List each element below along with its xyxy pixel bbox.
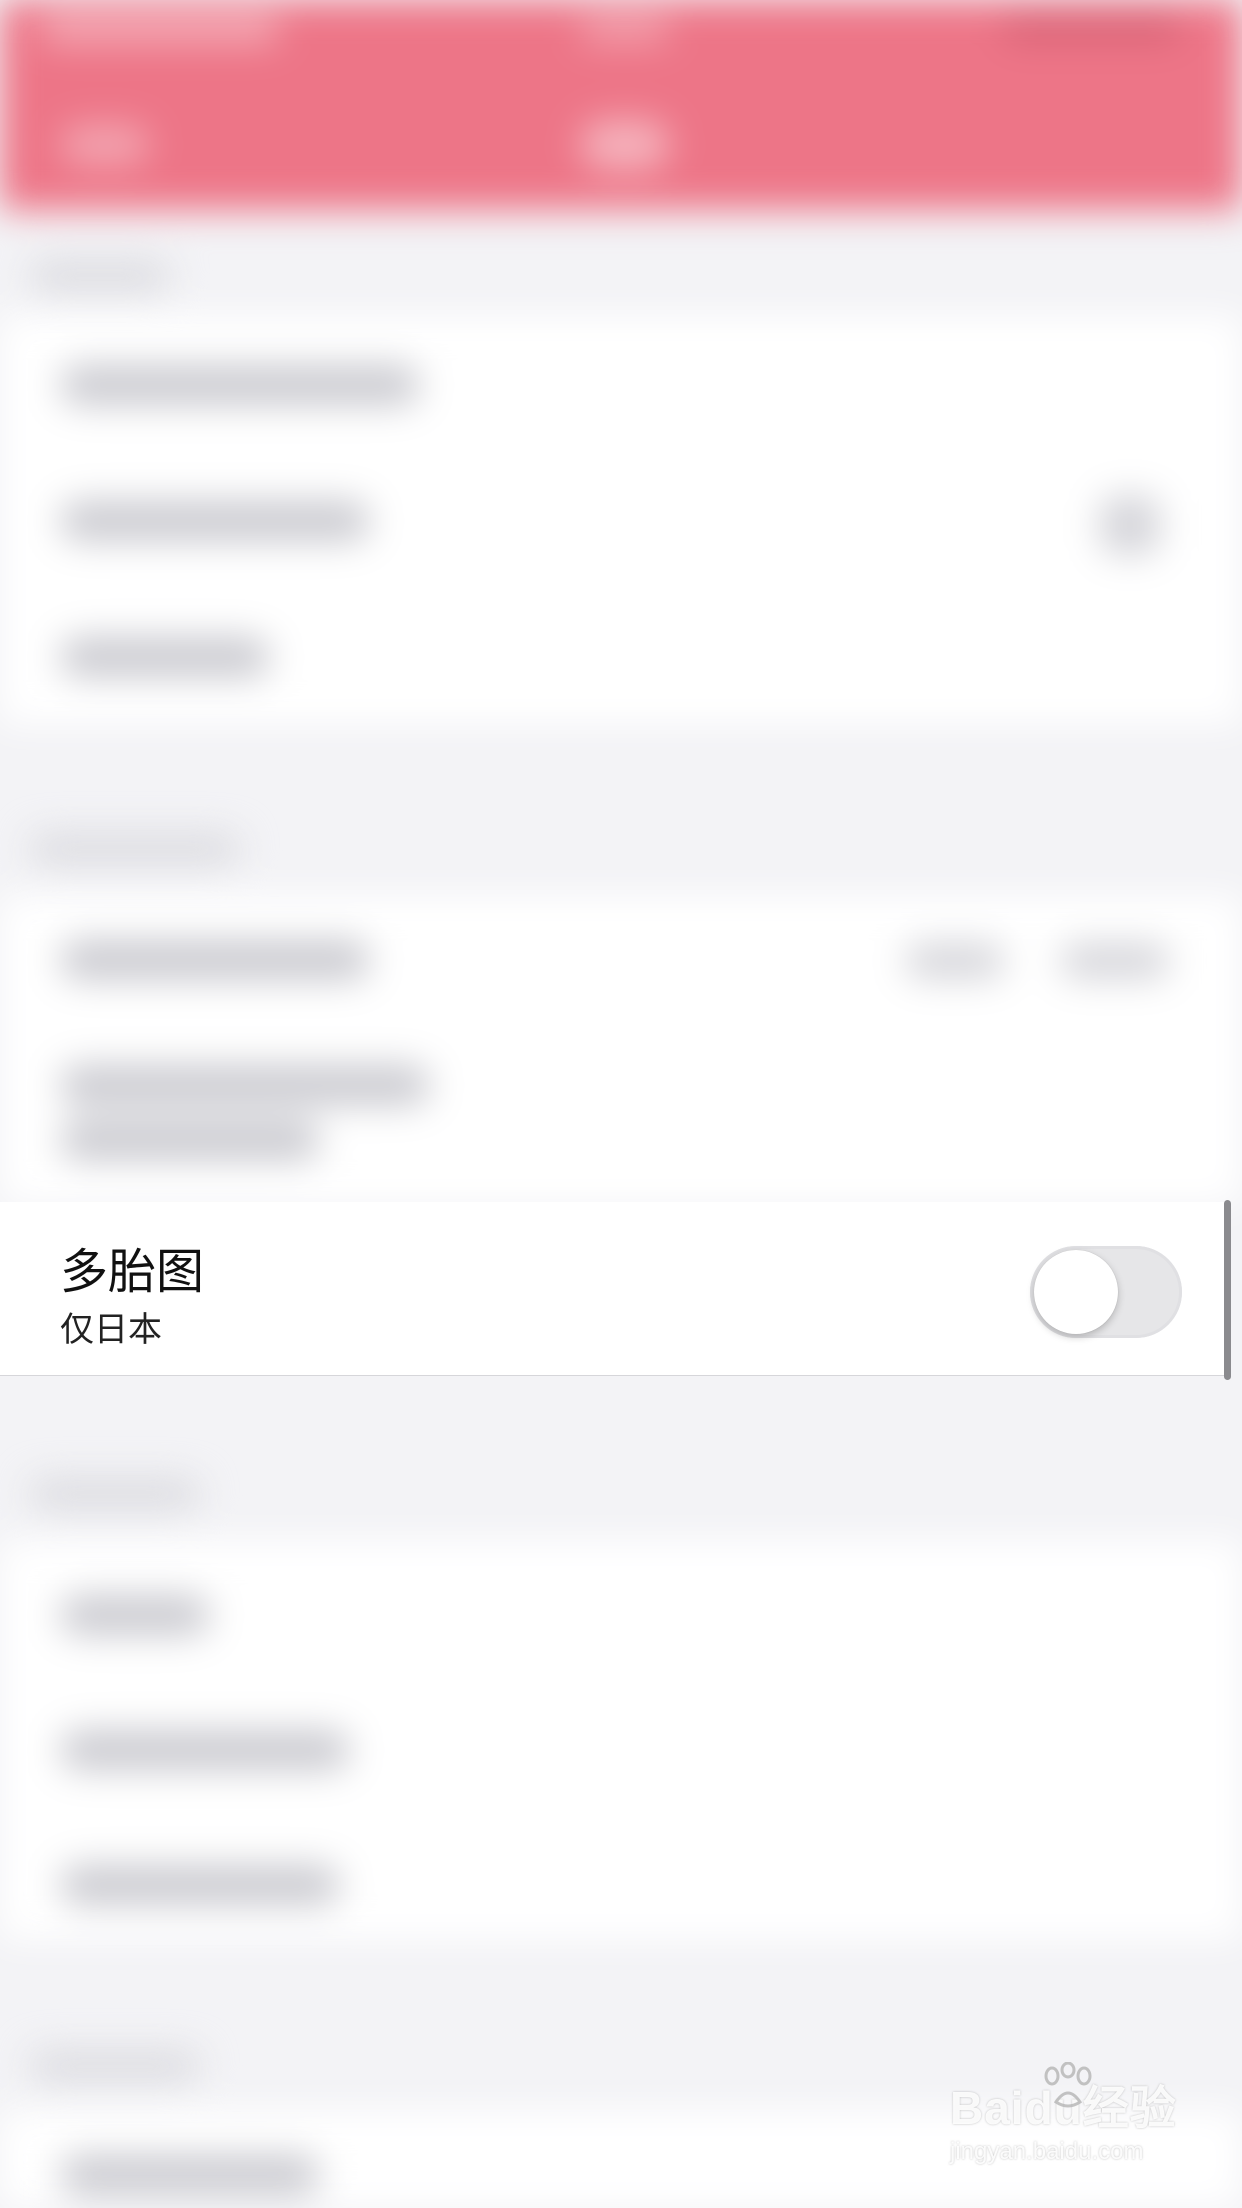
list-item: [60, 1120, 320, 1160]
page-title: [580, 120, 670, 170]
list-item[interactable]: [60, 940, 370, 980]
status-bar-left: [40, 18, 280, 42]
row-subtitle: 仅日本: [60, 1310, 162, 1350]
list-item[interactable]: [60, 2155, 320, 2195]
row-title: 多胎图: [60, 1244, 205, 1300]
toggle-knob: [1034, 1250, 1118, 1334]
list-item[interactable]: [60, 501, 370, 541]
list-item[interactable]: [60, 1065, 430, 1105]
section-header: [30, 262, 170, 290]
section-header: [30, 1480, 200, 1508]
settings-group: [0, 895, 1242, 1205]
settings-group: [0, 1540, 1242, 1940]
value-label: [905, 943, 1005, 979]
list-item[interactable]: [60, 1730, 350, 1770]
watermark-url: jingyan.baidu.com: [950, 2138, 1144, 2165]
settings-row-multiple-births: 多胎图 仅日本: [0, 1202, 1226, 1376]
toggle-switch[interactable]: [1030, 1246, 1182, 1338]
status-bar-right: [1002, 14, 1182, 42]
paw-icon: [1044, 2062, 1092, 2108]
chevron-right-icon: [1100, 495, 1160, 555]
list-item[interactable]: [60, 1865, 340, 1905]
scroll-indicator[interactable]: [1224, 1200, 1231, 1380]
settings-screen: 多胎图 仅日本 Baidu经验 jingyan.baidu.com: [0, 0, 1242, 2208]
list-item[interactable]: [60, 637, 270, 677]
settings-group: [0, 315, 1242, 725]
list-item[interactable]: [60, 365, 420, 405]
status-bar-center: [580, 18, 670, 42]
baidu-watermark: Baidu经验 jingyan.baidu.com: [950, 2062, 1180, 2182]
back-button[interactable]: [60, 125, 150, 165]
navigation-bar: [0, 0, 1242, 210]
blurred-background: [0, 0, 1242, 2208]
section-header: [30, 2052, 200, 2080]
section-header: [30, 835, 240, 863]
value-label: [1060, 943, 1170, 979]
list-item[interactable]: [60, 1595, 210, 1635]
